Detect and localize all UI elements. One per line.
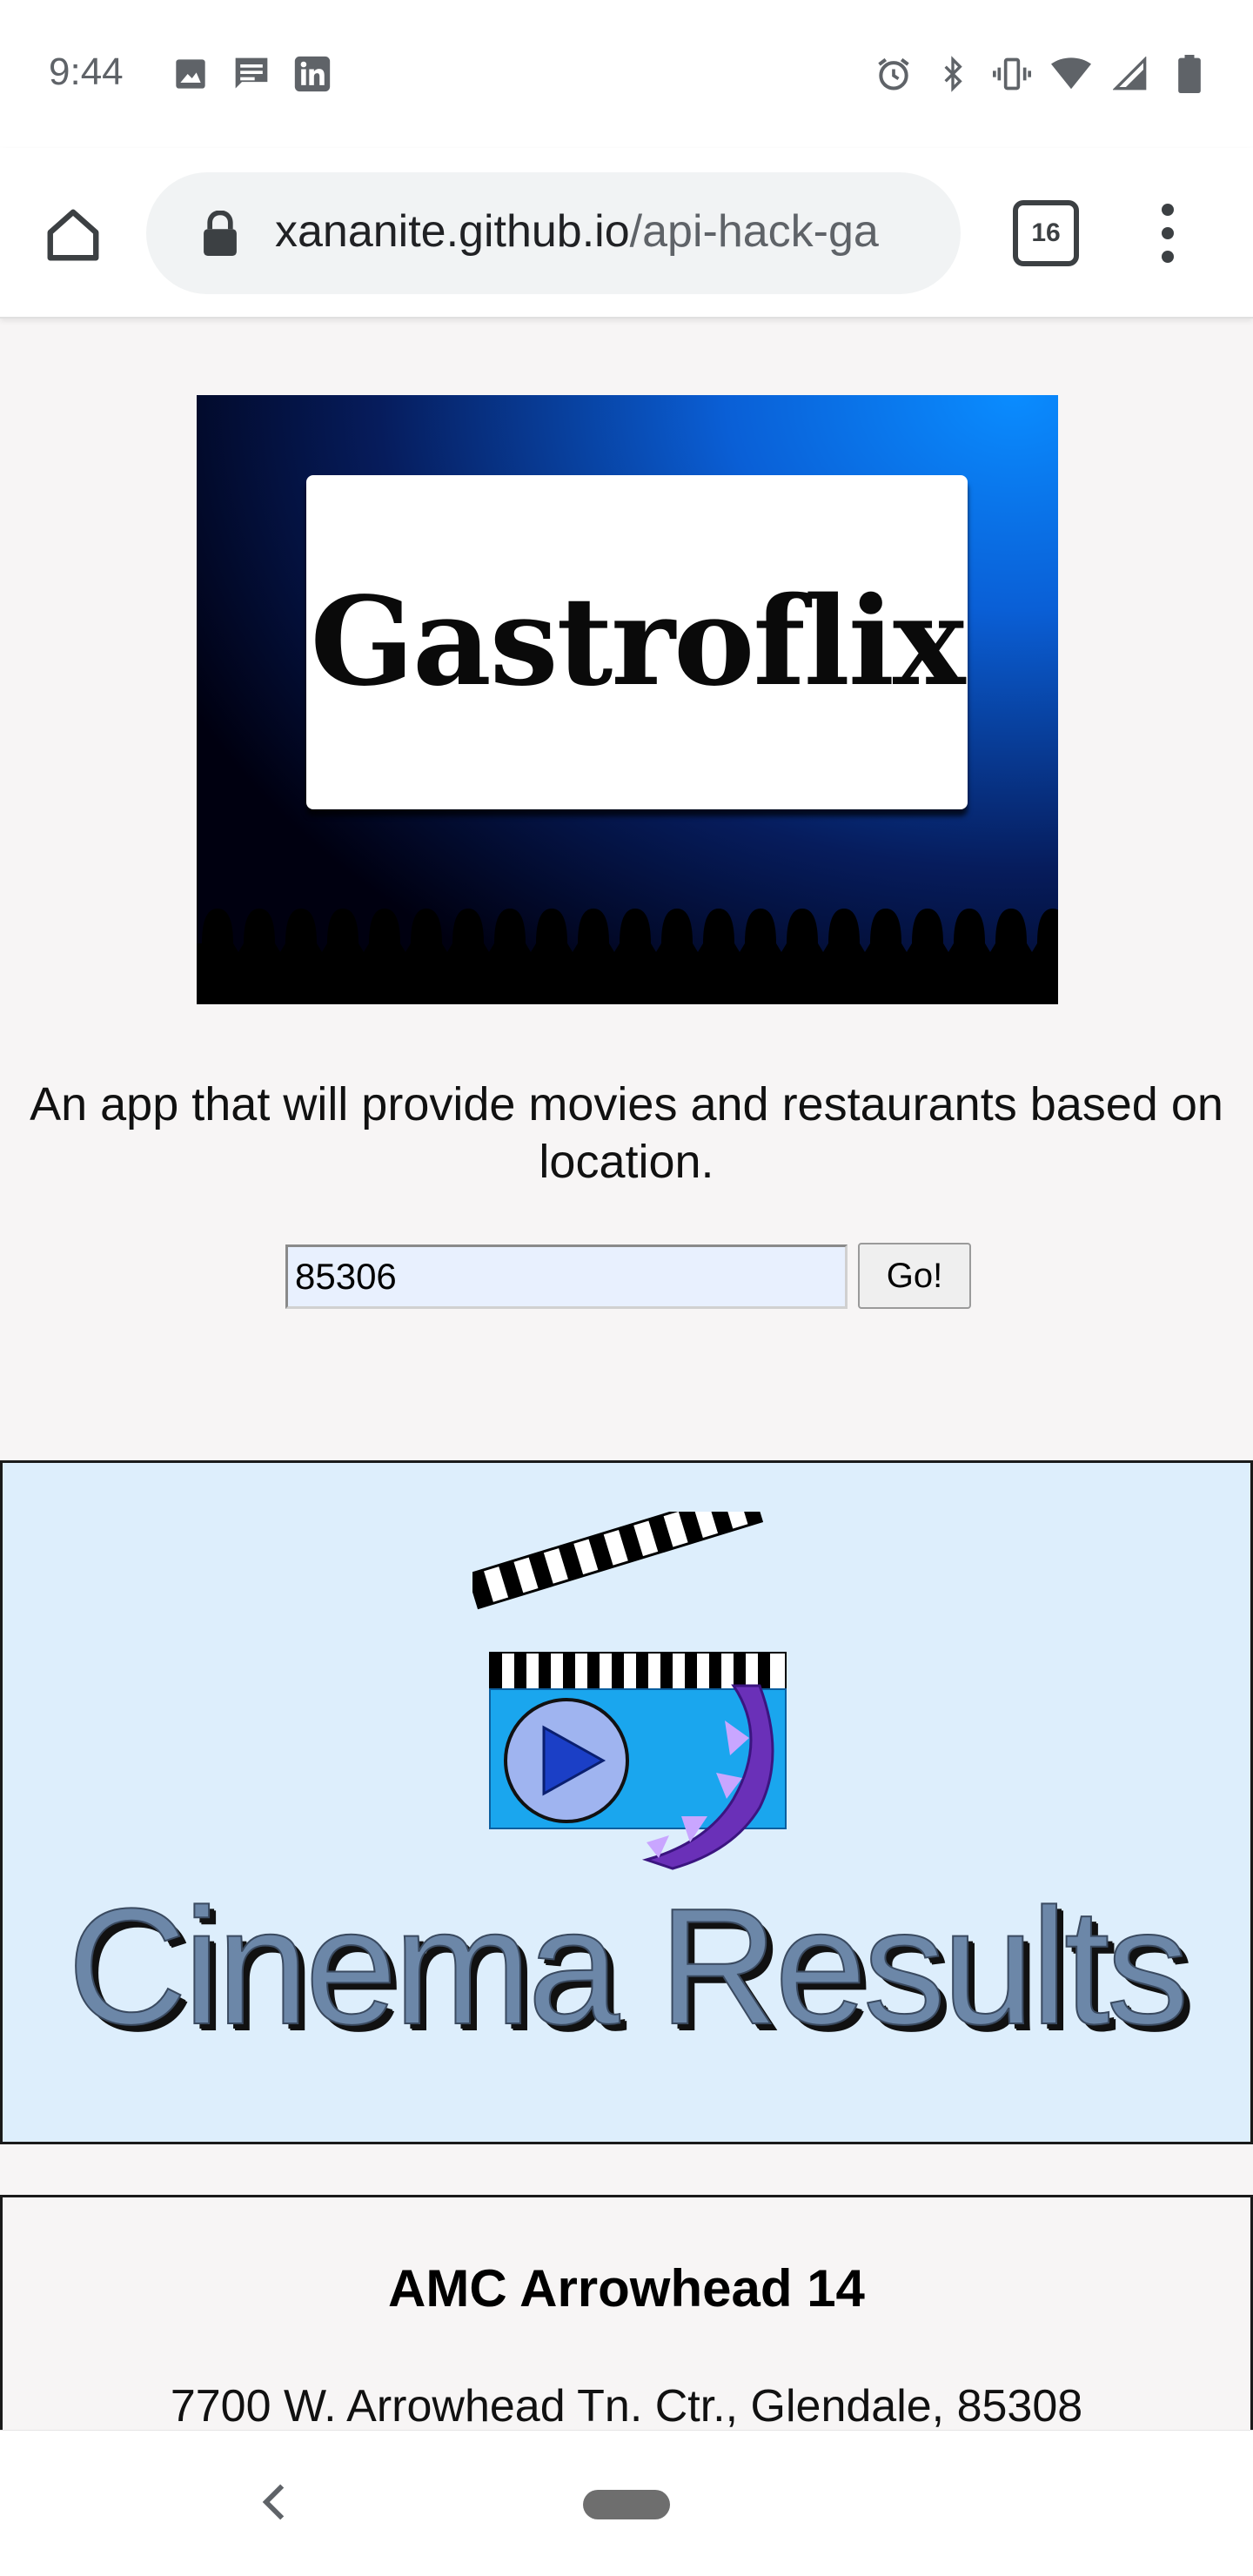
address-bar[interactable]: xananite.github.io/api-hack-ga (146, 172, 961, 294)
back-button[interactable] (252, 2476, 296, 2528)
linkedin-icon (292, 54, 332, 94)
theater-address: 7700 W. Arrowhead Tn. Ctr., Glendale, 85… (170, 2381, 1083, 2432)
vibrate-icon (992, 54, 1032, 94)
status-time: 9:44 (49, 50, 124, 93)
image-icon (171, 54, 211, 94)
back-chevron-icon (262, 2484, 285, 2520)
system-nav-bar (0, 2430, 1253, 2576)
theater-name: AMC Arrowhead 14 (388, 2259, 865, 2318)
url-host: xananite.github.io (275, 206, 630, 257)
signal-icon (1110, 54, 1150, 94)
hero-logo-card: Gastroflix (306, 475, 968, 809)
wifi-icon (1051, 54, 1091, 94)
menu-dot-icon (1162, 204, 1174, 216)
status-bar: 9:44 (0, 0, 1253, 148)
home-button[interactable] (38, 200, 108, 270)
url-path: /api-hack-ga (629, 206, 879, 257)
hero-banner: Gastroflix (197, 395, 1058, 1004)
browser-toolbar: xananite.github.io/api-hack-ga 16 (0, 148, 1253, 319)
home-gesture-pill[interactable] (583, 2490, 670, 2519)
bluetooth-icon (933, 54, 973, 94)
home-icon (47, 209, 99, 261)
audience-silhouette-icon (197, 909, 1058, 1004)
alarm-icon (874, 54, 914, 94)
zip-code-input[interactable] (285, 1244, 848, 1309)
system-icons (874, 54, 1209, 94)
notification-icons (171, 54, 332, 94)
more-menu-button[interactable] (1147, 198, 1189, 268)
url-text: xananite.github.io/api-hack-ga (275, 205, 879, 258)
cinema-results-section: Cinema Results (0, 1460, 1253, 2144)
menu-dot-icon (1162, 251, 1174, 263)
clapperboard-icon (472, 1512, 787, 1870)
go-button[interactable]: Go! (858, 1243, 971, 1309)
gastroflix-logo: Gastroflix (310, 571, 966, 714)
cinema-results-title: Cinema Results (66, 1874, 1189, 2060)
menu-dot-icon (1162, 227, 1174, 239)
battery-icon (1169, 54, 1209, 94)
tagline: An app that will provide movies and rest… (30, 1078, 1223, 1188)
lock-icon (204, 211, 237, 256)
message-icon (231, 54, 271, 94)
tab-switcher-button[interactable]: 16 (1013, 200, 1079, 266)
tab-count: 16 (1031, 218, 1061, 247)
